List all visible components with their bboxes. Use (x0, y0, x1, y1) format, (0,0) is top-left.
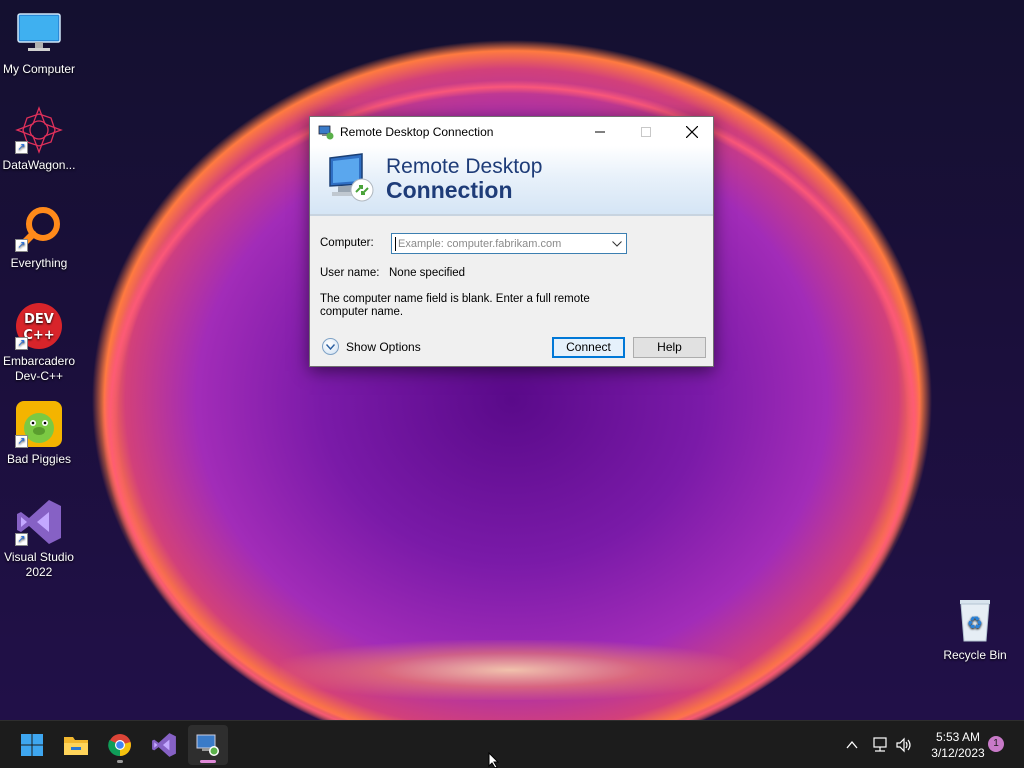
clock[interactable]: 5:53 AM 3/12/2023 (918, 729, 998, 761)
wallpaper-glow (280, 640, 740, 700)
show-hidden-icons-button[interactable] (840, 721, 864, 768)
computer-input[interactable]: Example: computer.fabrikam.com (395, 236, 608, 251)
shortcut-arrow-icon: ↗ (15, 533, 28, 546)
notification-badge[interactable]: 1 (988, 736, 1004, 752)
start-button[interactable] (12, 725, 52, 765)
clock-date: 3/12/2023 (931, 746, 985, 760)
running-indicator (117, 760, 123, 763)
devcpp-icon: DEV C++ ↗ (15, 302, 63, 350)
clock-time: 5:53 AM (935, 730, 981, 744)
desktop-icon-label: Recycle Bin (943, 648, 1007, 662)
help-button[interactable]: Help (633, 337, 706, 358)
remote-desktop-icon (196, 734, 219, 756)
svg-text:C++: C++ (23, 328, 54, 343)
connect-button[interactable]: Connect (552, 337, 625, 358)
maximize-icon (641, 126, 651, 137)
desktop-icon-datawagon[interactable]: ↗ DataWagon... (0, 106, 78, 173)
visual-studio-icon: ↗ (15, 498, 63, 546)
desktop-icon-label: My Computer (2, 62, 76, 76)
active-indicator (200, 760, 216, 763)
title-bar[interactable]: Remote Desktop Connection (310, 117, 713, 146)
remote-desktop-dialog: Remote Desktop Connection Remote Desktop… (309, 116, 714, 367)
desktop-icon-devcpp[interactable]: DEV C++ ↗ Embarcadero Dev-C++ (0, 302, 78, 384)
dialog-body: Computer: Example: computer.fabrikam.com… (310, 216, 713, 368)
banner-title-line1: Remote Desktop (386, 155, 543, 178)
chevron-down-icon[interactable] (608, 234, 626, 253)
taskbar-remote-desktop[interactable] (188, 725, 228, 765)
speaker-icon (896, 737, 911, 753)
computer-combobox[interactable]: Example: computer.fabrikam.com (391, 233, 627, 254)
minimize-button[interactable] (577, 117, 623, 146)
desktop-icon-visual-studio[interactable]: ↗ Visual Studio 2022 (0, 498, 78, 580)
taskbar: 5:53 AM 3/12/2023 (0, 720, 1024, 768)
desktop-icon-label: DataWagon... (2, 158, 76, 172)
desktop-icon-everything[interactable]: ↗ Everything (0, 204, 78, 271)
show-options-label: Show Options (346, 339, 421, 354)
shortcut-arrow-icon: ↗ (15, 141, 28, 154)
monitor-icon (15, 10, 63, 58)
desktop-icon-label: Everything (10, 256, 68, 270)
error-message: The computer name field is blank. Enter … (320, 293, 590, 318)
minimize-icon (595, 131, 605, 132)
taskbar-visual-studio[interactable] (144, 725, 184, 765)
mouse-cursor-icon (488, 751, 500, 768)
taskbar-file-explorer[interactable] (56, 725, 96, 765)
svg-text:♻: ♻ (967, 613, 983, 634)
windows-logo-icon (21, 734, 43, 756)
username-label: User name: (320, 267, 380, 279)
shortcut-arrow-icon: ↗ (15, 435, 28, 448)
show-options-toggle[interactable]: Show Options (322, 338, 421, 355)
shortcut-arrow-icon: ↗ (15, 239, 28, 252)
desktop-icon-label: Embarcadero Dev-C++ (2, 354, 76, 383)
username-value: None specified (389, 267, 466, 279)
pig-icon: ↗ (15, 400, 63, 448)
dialog-banner: Remote Desktop Connection (310, 146, 713, 216)
desktop-icon-my-computer[interactable]: My Computer (0, 10, 78, 77)
desktop-icon-label: Visual Studio 2022 (4, 550, 74, 579)
recycle-bin-icon: ♻ (951, 596, 999, 644)
magnifier-icon: ↗ (15, 204, 63, 252)
chrome-icon (108, 734, 131, 757)
network-button[interactable] (868, 721, 892, 768)
desktop-icon-recycle-bin[interactable]: ♻ Recycle Bin (936, 596, 1014, 663)
remote-desktop-icon (318, 124, 334, 140)
network-icon (873, 737, 887, 752)
banner-title-line2: Connection (386, 177, 513, 203)
window-title: Remote Desktop Connection (340, 124, 494, 139)
folder-icon (64, 737, 88, 755)
maximize-button (623, 117, 669, 146)
remote-desktop-logo-icon (326, 152, 376, 204)
shortcut-arrow-icon: ↗ (15, 337, 28, 350)
close-button[interactable] (669, 117, 715, 146)
svg-text:DEV: DEV (24, 312, 54, 327)
close-icon (686, 125, 698, 138)
visual-studio-icon (152, 733, 176, 757)
desktop-icon-bad-piggies[interactable]: ↗ Bad Piggies (0, 400, 78, 467)
datawagon-icon: ↗ (15, 106, 63, 154)
computer-label: Computer: (320, 237, 374, 249)
desktop-icon-label: Bad Piggies (6, 452, 72, 466)
taskbar-chrome[interactable] (100, 725, 140, 765)
volume-button[interactable] (892, 721, 916, 768)
expand-chevron-icon (322, 338, 339, 355)
chevron-up-icon (846, 741, 858, 749)
